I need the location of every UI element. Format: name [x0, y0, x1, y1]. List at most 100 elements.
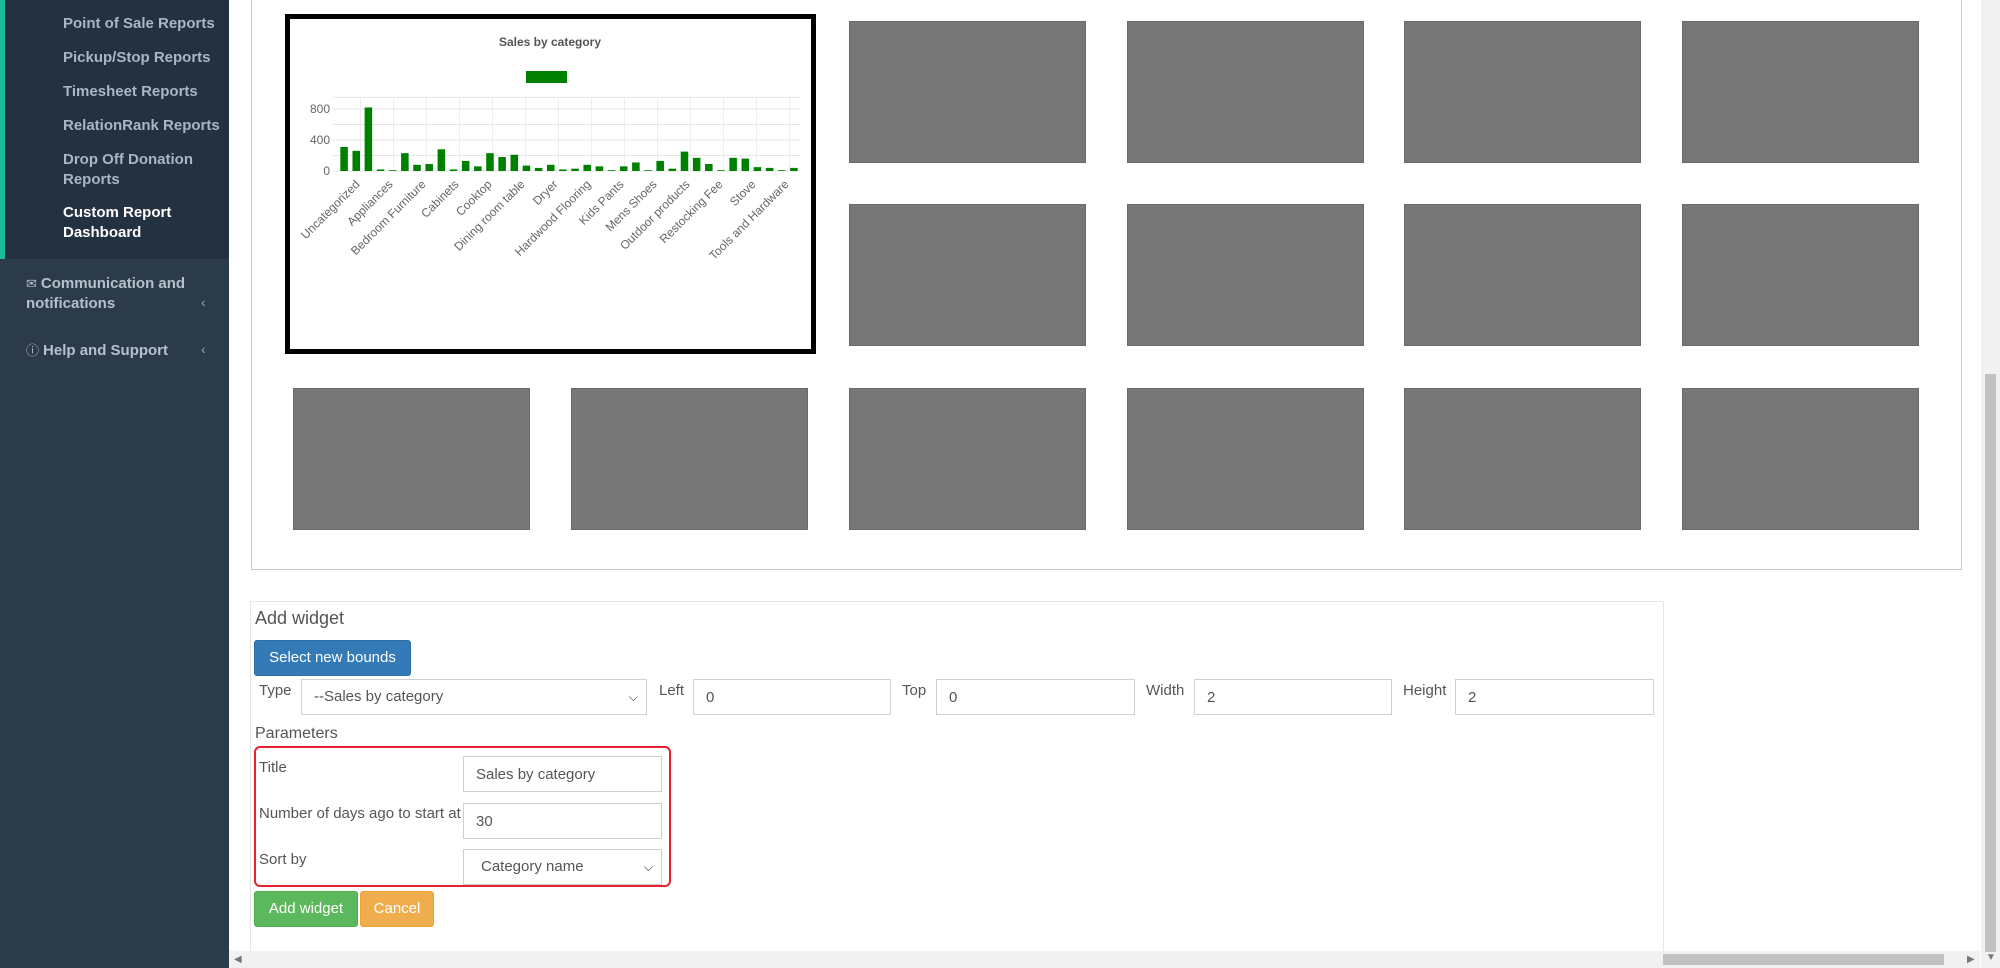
bar	[729, 157, 737, 171]
scroll-right-arrow-icon[interactable]: ▶	[1967, 954, 1975, 965]
vertical-scrollbar-thumb[interactable]	[1985, 374, 1996, 952]
type-label: Type	[259, 682, 292, 699]
bar	[717, 170, 725, 171]
title-label: Title	[259, 759, 287, 776]
grid-cell[interactable]	[1127, 388, 1364, 530]
sort-by-label: Sort by	[259, 851, 307, 868]
grid-cell[interactable]	[1682, 21, 1919, 163]
sidebar-item-point-of-sale-reports[interactable]: Point of Sale Reports	[63, 14, 215, 34]
bar	[546, 164, 555, 171]
sales-by-category-chart: Sales by category 0 400 800 UncategorizedA…	[298, 35, 800, 263]
y-tick-label: 0	[323, 164, 330, 178]
bar	[644, 170, 652, 171]
left-label: Left	[659, 682, 685, 699]
sidebar-item-drop-off-donation-reports[interactable]: Drop Off Donation Reports	[63, 150, 193, 190]
sort-by-select[interactable]: Category name ⌵	[463, 849, 662, 885]
sidebar-item-timesheet-reports[interactable]: Timesheet Reports	[63, 82, 198, 102]
chevron-down-icon: ⌵	[628, 690, 638, 704]
sidebar-item-communication[interactable]: ✉ Communication and notifications	[26, 274, 185, 314]
bar	[413, 164, 421, 171]
sidebar-item-label-line2: notifications	[26, 295, 116, 312]
question-circle-icon: ⓘ	[26, 343, 40, 358]
sidebar-item-pickup-stop-reports[interactable]: Pickup/Stop Reports	[63, 48, 211, 68]
legend-swatch	[526, 71, 567, 83]
sidebar: Point of Sale Reports Pickup/Stop Report…	[0, 0, 229, 968]
grid-cell[interactable]	[849, 21, 1086, 163]
grid-cell[interactable]	[849, 388, 1086, 530]
bar	[437, 149, 446, 171]
bar	[595, 166, 604, 171]
bar	[656, 160, 664, 171]
bar	[571, 168, 579, 171]
bar	[583, 164, 592, 171]
bar	[510, 154, 519, 171]
chart-bars	[340, 107, 798, 171]
chart-y-axis: 0 400 800	[310, 102, 330, 178]
x-tick-label: Dryer	[530, 177, 561, 208]
grid-cell[interactable]	[1404, 204, 1641, 346]
width-input[interactable]	[1194, 679, 1392, 715]
horizontal-scrollbar-thumb[interactable]	[1663, 954, 1944, 965]
top-label: Top	[902, 682, 927, 699]
height-input[interactable]	[1455, 679, 1654, 715]
y-tick-label: 400	[310, 133, 330, 147]
scroll-down-arrow-icon[interactable]: ▼	[1986, 952, 1996, 963]
grid-cell[interactable]	[571, 388, 808, 530]
grid-cell[interactable]	[293, 388, 530, 530]
envelope-icon: ✉	[26, 276, 37, 291]
bar	[364, 107, 373, 171]
y-tick-label: 800	[310, 102, 330, 116]
grid-cell[interactable]	[1404, 388, 1641, 530]
bar	[461, 160, 470, 171]
bar	[632, 162, 640, 171]
chart-widget-sales-by-category[interactable]: Sales by category 0 400 800 Uncategorized A…	[285, 14, 816, 354]
sidebar-item-label: Timesheet Reports	[63, 83, 198, 100]
sort-by-select-value: Category name	[481, 858, 584, 875]
bar	[790, 167, 798, 171]
bar	[534, 167, 543, 171]
days-ago-label: Number of days ago to start at	[259, 805, 461, 822]
grid-cell[interactable]	[1682, 204, 1919, 346]
sidebar-item-custom-report-dashboard[interactable]: Custom Report Dashboard	[63, 203, 171, 243]
chart-title: Sales by category	[499, 35, 601, 49]
bar	[449, 169, 458, 171]
top-input[interactable]	[936, 679, 1135, 715]
bar	[474, 166, 482, 171]
sidebar-item-label: Point of Sale Reports	[63, 15, 215, 32]
add-widget-button[interactable]: Add widget	[254, 891, 358, 927]
sidebar-item-label: Help and Support	[43, 342, 169, 359]
days-ago-input[interactable]	[463, 803, 662, 839]
grid-cell[interactable]	[1682, 388, 1919, 530]
bar	[352, 150, 361, 171]
bar	[668, 168, 677, 171]
title-input[interactable]	[463, 756, 662, 792]
bar	[777, 170, 786, 171]
bar	[680, 151, 689, 171]
cancel-button[interactable]: Cancel	[360, 891, 434, 927]
bar	[607, 170, 616, 171]
bar	[498, 157, 506, 171]
chevron-left-icon: ‹	[201, 341, 206, 357]
grid-cell[interactable]	[1404, 21, 1641, 163]
bar	[425, 164, 433, 171]
bar	[765, 167, 774, 171]
grid-cell[interactable]	[849, 204, 1086, 346]
bar	[522, 165, 531, 171]
sidebar-item-relationrank-reports[interactable]: RelationRank Reports	[63, 116, 220, 136]
scroll-left-arrow-icon[interactable]: ◀	[234, 954, 242, 965]
bar	[753, 167, 762, 171]
chart-x-axis: UncategorizedAppliancesBedroom Furniture…	[298, 177, 792, 263]
reports-submenu: Point of Sale Reports Pickup/Stop Report…	[0, 0, 229, 259]
sidebar-item-label: RelationRank Reports	[63, 117, 220, 134]
type-select[interactable]: --Sales by category ⌵	[301, 679, 647, 715]
chevron-left-icon: ‹	[201, 294, 206, 310]
type-select-value: --Sales by category	[314, 688, 444, 705]
sidebar-item-label-line2: Dashboard	[63, 224, 142, 241]
height-label: Height	[1403, 682, 1447, 699]
left-input[interactable]	[693, 679, 891, 715]
select-new-bounds-button[interactable]: Select new bounds	[254, 640, 411, 676]
sidebar-item-label: Pickup/Stop Reports	[63, 49, 211, 66]
grid-cell[interactable]	[1127, 21, 1364, 163]
grid-cell[interactable]	[1127, 204, 1364, 346]
sidebar-item-help-and-support[interactable]: ⓘ Help and Support	[26, 341, 168, 361]
